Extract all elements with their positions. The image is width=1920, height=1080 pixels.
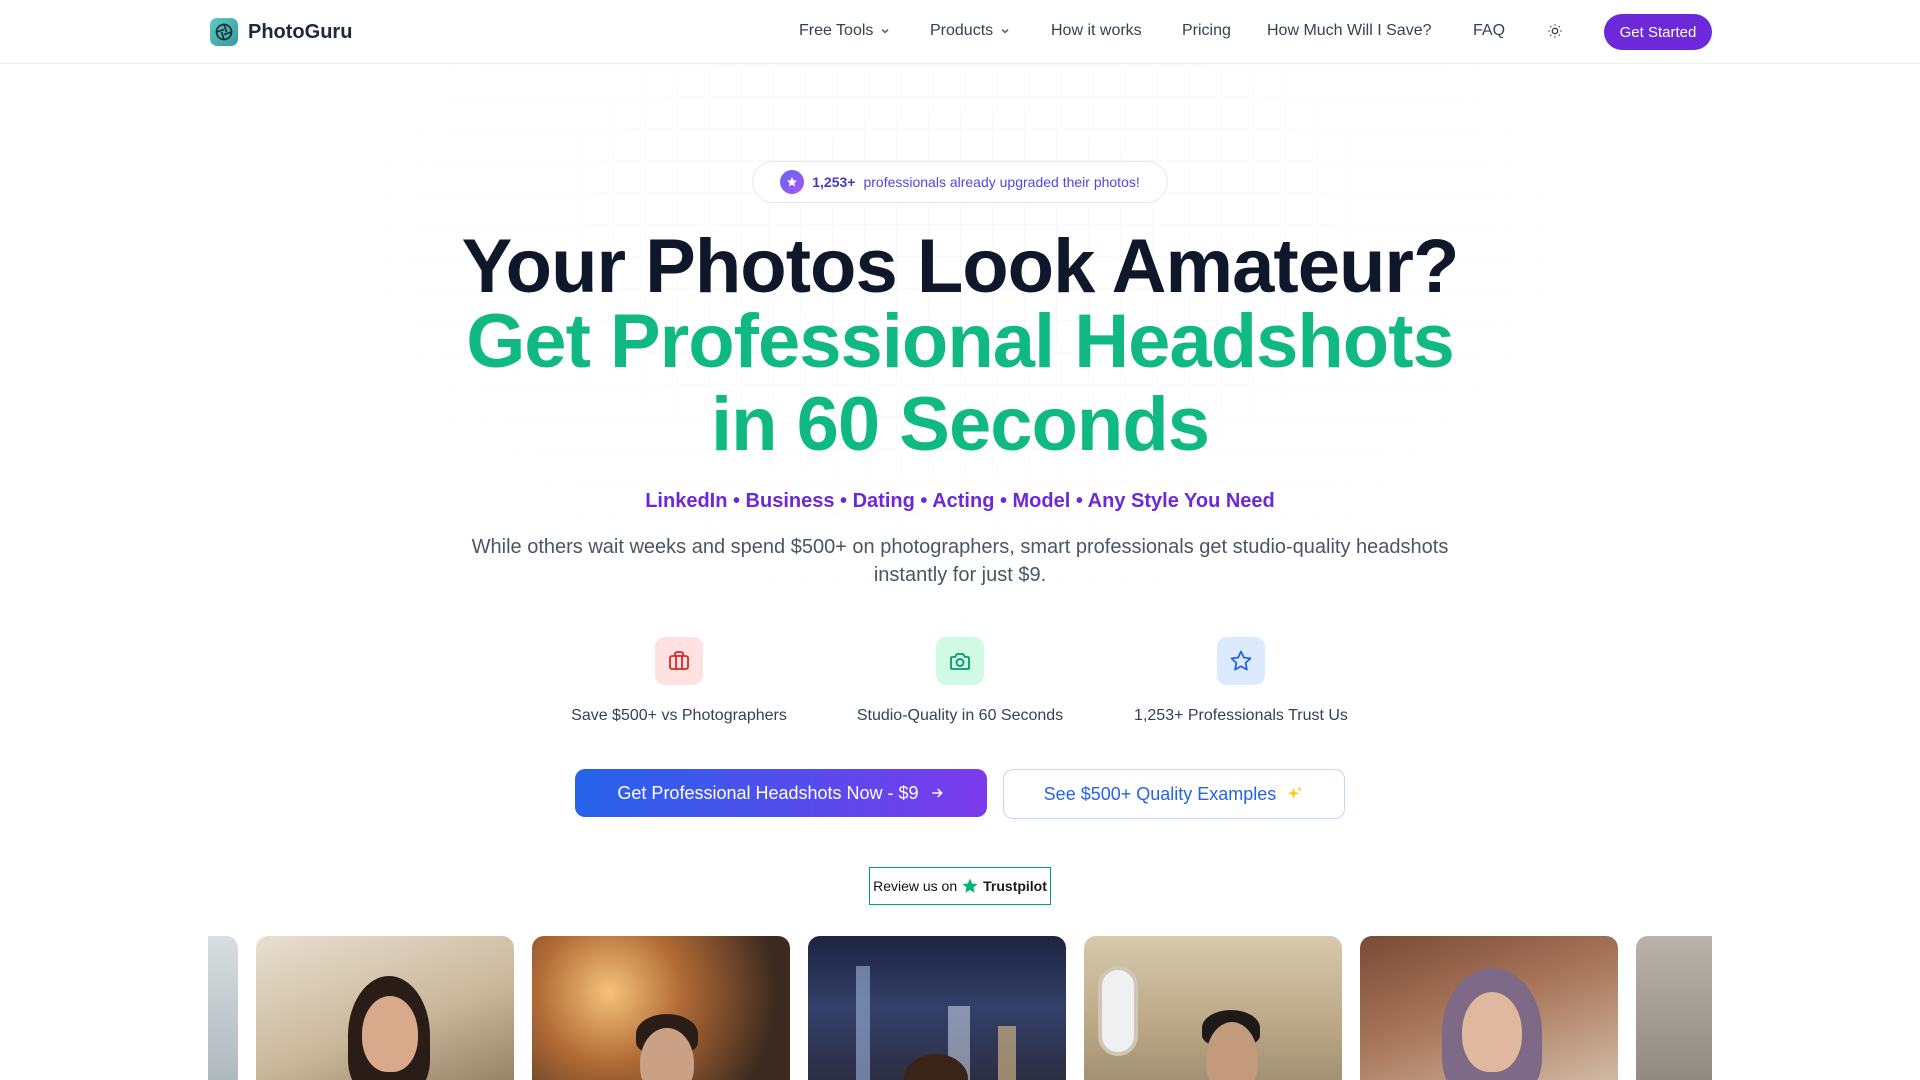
trustpilot-star-icon	[962, 878, 978, 893]
badge-count: 1,253+	[812, 174, 856, 190]
feature-label: Studio-Quality in 60 Seconds	[856, 707, 1064, 724]
trustpilot-brand: Trustpilot	[983, 878, 1047, 894]
nav-label: How it works	[1051, 22, 1142, 39]
briefcase-icon	[655, 637, 703, 685]
get-started-button[interactable]: Get Started	[1604, 14, 1712, 50]
nav-pricing[interactable]: Pricing	[1182, 22, 1231, 40]
camera-icon	[936, 637, 984, 685]
button-label: See $500+ Quality Examples	[1043, 783, 1277, 804]
hero-subtitle: While others wait weeks and spend $500+ …	[471, 536, 1449, 586]
star-badge-icon	[780, 170, 805, 194]
example-photo	[532, 936, 790, 1080]
photo-background	[998, 1026, 1016, 1080]
nav-label: FAQ	[1473, 22, 1506, 39]
get-headshots-button[interactable]: Get Professional Headshots Now - $9	[575, 769, 987, 817]
example-photo	[208, 936, 238, 1080]
example-photo-carousel[interactable]	[208, 936, 1712, 1080]
photo-background	[1098, 966, 1138, 1056]
brand-logo[interactable]: PhotoGuru	[210, 18, 352, 46]
feature-savings: Save $500+ vs Photographers	[549, 637, 809, 725]
trustpilot-widget[interactable]: Review us on Trustpilot	[869, 867, 1051, 905]
see-examples-button[interactable]: See $500+ Quality Examples	[1003, 769, 1345, 819]
sun-icon	[1548, 24, 1562, 38]
feature-speed: Studio-Quality in 60 Seconds	[830, 637, 1090, 725]
photo-subject	[1462, 992, 1522, 1072]
use-case-tags: LinkedIn • Business • Dating • Acting • …	[645, 490, 1275, 512]
nav-faq[interactable]: FAQ	[1473, 22, 1505, 40]
nav-free-tools[interactable]: Free Tools	[799, 22, 891, 40]
nav-label: Free Tools	[799, 22, 874, 39]
headline-line-3: in 60 Seconds	[710, 382, 1210, 467]
trustpilot-prefix: Review us on	[873, 878, 958, 894]
brand-name: PhotoGuru	[248, 20, 353, 43]
arrow-right-icon	[931, 788, 943, 798]
chevron-down-icon	[881, 28, 889, 34]
button-label: Get Professional Headshots Now - $9	[617, 782, 919, 803]
social-proof-badge: 1,253+ professionals already upgraded th…	[752, 161, 1168, 203]
nav-label: Products	[930, 22, 994, 39]
feature-trust: 1,253+ Professionals Trust Us	[1111, 637, 1371, 725]
photo-subject	[362, 996, 418, 1072]
feature-label: 1,253+ Professionals Trust Us	[1134, 707, 1348, 724]
example-photo	[256, 936, 514, 1080]
headline-line-2: Get Professional Headshots	[466, 299, 1455, 384]
nav-how-it-works[interactable]: How it works	[1051, 22, 1142, 40]
star-icon	[1217, 637, 1265, 685]
example-photo	[1084, 936, 1342, 1080]
photo-background	[856, 966, 870, 1080]
nav-products[interactable]: Products	[930, 22, 1011, 40]
chevron-down-icon	[1001, 28, 1009, 34]
nav-label: Pricing	[1182, 22, 1231, 39]
site-header: PhotoGuru Free Tools Products How it wor…	[0, 0, 1920, 64]
sparkles-icon	[1287, 786, 1303, 800]
nav-label: How Much Will I Save?	[1267, 22, 1432, 39]
example-photo	[1360, 936, 1618, 1080]
example-photo	[808, 936, 1066, 1080]
badge-text: professionals already upgraded their pho…	[863, 174, 1140, 190]
theme-toggle[interactable]	[1544, 20, 1566, 42]
nav-savings[interactable]: How Much Will I Save?	[1267, 22, 1432, 40]
example-photo	[1636, 936, 1712, 1080]
feature-label: Save $500+ vs Photographers	[571, 707, 787, 724]
aperture-icon	[210, 18, 238, 46]
